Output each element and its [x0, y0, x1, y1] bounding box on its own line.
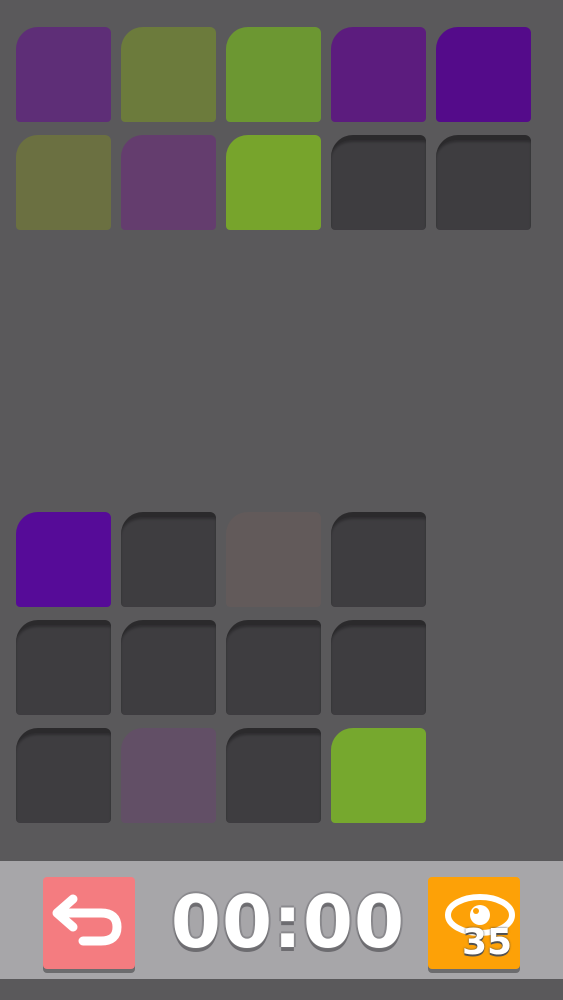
play-tile-1[interactable]: [16, 512, 111, 607]
target-tile-5[interactable]: [436, 27, 531, 122]
play-tile-2[interactable]: [121, 512, 216, 607]
target-tile-8[interactable]: [226, 135, 321, 230]
play-tile-7[interactable]: [226, 620, 321, 715]
play-tile-8[interactable]: [331, 620, 426, 715]
bottom-strip: [0, 979, 563, 1000]
target-tile-3[interactable]: [226, 27, 321, 122]
play-tile-10[interactable]: [121, 728, 216, 823]
target-pattern-grid: [16, 27, 531, 230]
play-tile-9[interactable]: [16, 728, 111, 823]
target-tile-10[interactable]: [436, 135, 531, 230]
play-grid: [16, 512, 426, 823]
play-tile-3[interactable]: [226, 512, 321, 607]
elapsed-timer: 00:00: [170, 880, 406, 964]
target-tile-6[interactable]: [16, 135, 111, 230]
hint-count-badge: 35: [461, 922, 513, 963]
play-tile-11[interactable]: [226, 728, 321, 823]
undo-button[interactable]: [43, 877, 135, 969]
target-tile-7[interactable]: [121, 135, 216, 230]
target-tile-9[interactable]: [331, 135, 426, 230]
play-tile-12[interactable]: [331, 728, 426, 823]
target-tile-2[interactable]: [121, 27, 216, 122]
play-tile-4[interactable]: [331, 512, 426, 607]
target-tile-4[interactable]: [331, 27, 426, 122]
target-tile-1[interactable]: [16, 27, 111, 122]
play-tile-5[interactable]: [16, 620, 111, 715]
play-tile-6[interactable]: [121, 620, 216, 715]
undo-arrow-icon: [52, 894, 122, 946]
